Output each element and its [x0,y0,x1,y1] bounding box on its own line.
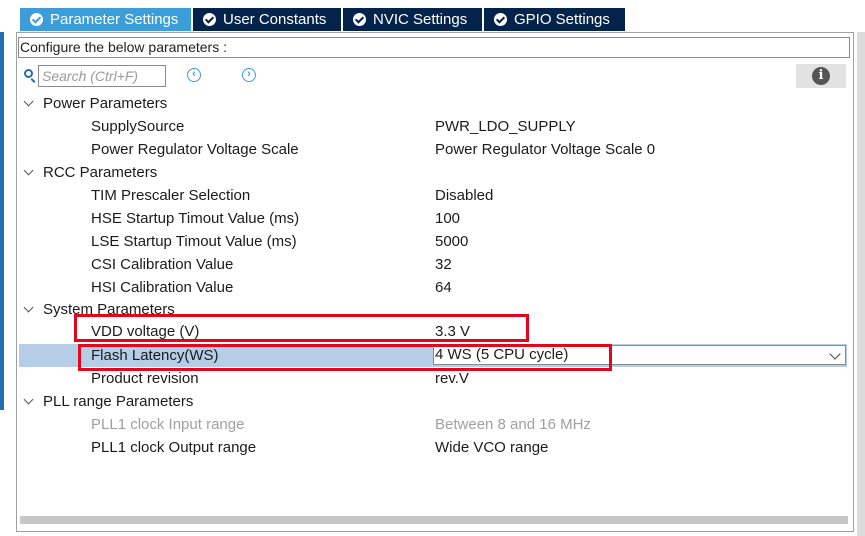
horizontal-scrollbar[interactable] [20,516,848,524]
param-row[interactable]: CSI Calibration Value 32 [19,253,847,276]
param-label: Power Regulator Voltage Scale [91,141,299,158]
param-value: 32 [435,256,452,273]
param-label: LSE Startup Timout Value (ms) [91,233,297,250]
tab-label: GPIO Settings [514,11,610,28]
chevron-down-icon[interactable] [23,302,34,313]
check-circle-icon [30,13,43,26]
check-circle-icon [353,13,366,26]
group-label: PLL range Parameters [43,393,194,410]
group-power-parameters[interactable]: Power Parameters [19,92,847,115]
tab-nvic-settings[interactable]: NVIC Settings [343,8,483,31]
param-value: Power Regulator Voltage Scale 0 [435,141,656,158]
tab-parameter-settings[interactable]: Parameter Settings [20,8,192,31]
check-circle-icon [203,13,216,26]
check-circle-icon [494,13,507,26]
tab-label: Parameter Settings [50,11,179,28]
info-button[interactable]: i [796,64,846,88]
next-result-icon[interactable]: › [242,68,256,82]
tab-label: User Constants [223,11,327,28]
chevron-down-icon[interactable] [23,394,34,405]
group-label: RCC Parameters [43,164,158,181]
param-value: 100 [435,210,461,227]
info-icon: i [812,67,830,85]
chevron-down-icon[interactable] [829,348,841,360]
highlight-flash-latency [78,344,612,371]
param-label: PLL1 clock Input range [91,416,245,433]
param-row-disabled: PLL1 clock Input range Between 8 and 16 … [19,413,847,436]
chevron-down-icon[interactable] [23,165,34,176]
param-row[interactable]: LSE Startup Timout Value (ms) 5000 [19,230,847,253]
param-row[interactable]: SupplySource PWR_LDO_SUPPLY [19,115,847,138]
param-row[interactable]: TIM Prescaler Selection Disabled [19,184,847,207]
group-pll-range-parameters[interactable]: PLL range Parameters [19,390,847,413]
group-label: Power Parameters [43,95,168,112]
param-value: 64 [435,279,452,296]
param-row[interactable]: HSI Calibration Value 64 [19,276,847,299]
chevron-down-icon[interactable] [23,96,34,107]
highlight-vdd-voltage [74,314,529,342]
param-value: Between 8 and 16 MHz [435,416,591,433]
search-icon[interactable] [24,69,33,78]
param-label: CSI Calibration Value [91,256,234,273]
param-label: SupplySource [91,118,185,135]
param-value: Wide VCO range [435,439,549,456]
param-row[interactable]: HSE Startup Timout Value (ms) 100 [19,207,847,230]
param-value: Disabled [435,187,494,204]
param-row[interactable]: Power Regulator Voltage Scale Power Regu… [19,138,847,161]
param-label: HSI Calibration Value [91,279,234,296]
param-label: HSE Startup Timout Value (ms) [91,210,300,227]
search-input[interactable]: Search (Ctrl+F) [38,65,166,87]
tab-bar: Parameter Settings User Constants NVIC S… [0,0,865,32]
tab-user-constants[interactable]: User Constants [193,8,342,31]
param-label: PLL1 clock Output range [91,439,257,456]
configure-label: Configure the below parameters : [18,37,850,58]
param-label: TIM Prescaler Selection [91,187,251,204]
group-rcc-parameters[interactable]: RCC Parameters [19,161,847,184]
left-strip [0,0,7,536]
param-value: PWR_LDO_SUPPLY [435,118,576,135]
previous-result-icon[interactable]: ‹ [187,68,201,82]
tab-label: NVIC Settings [373,11,468,28]
tab-gpio-settings[interactable]: GPIO Settings [484,8,626,31]
left-accent-bar [0,0,4,410]
param-value: 5000 [435,233,469,250]
param-row[interactable]: PLL1 clock Output range Wide VCO range [19,436,847,459]
right-edge [857,32,865,536]
